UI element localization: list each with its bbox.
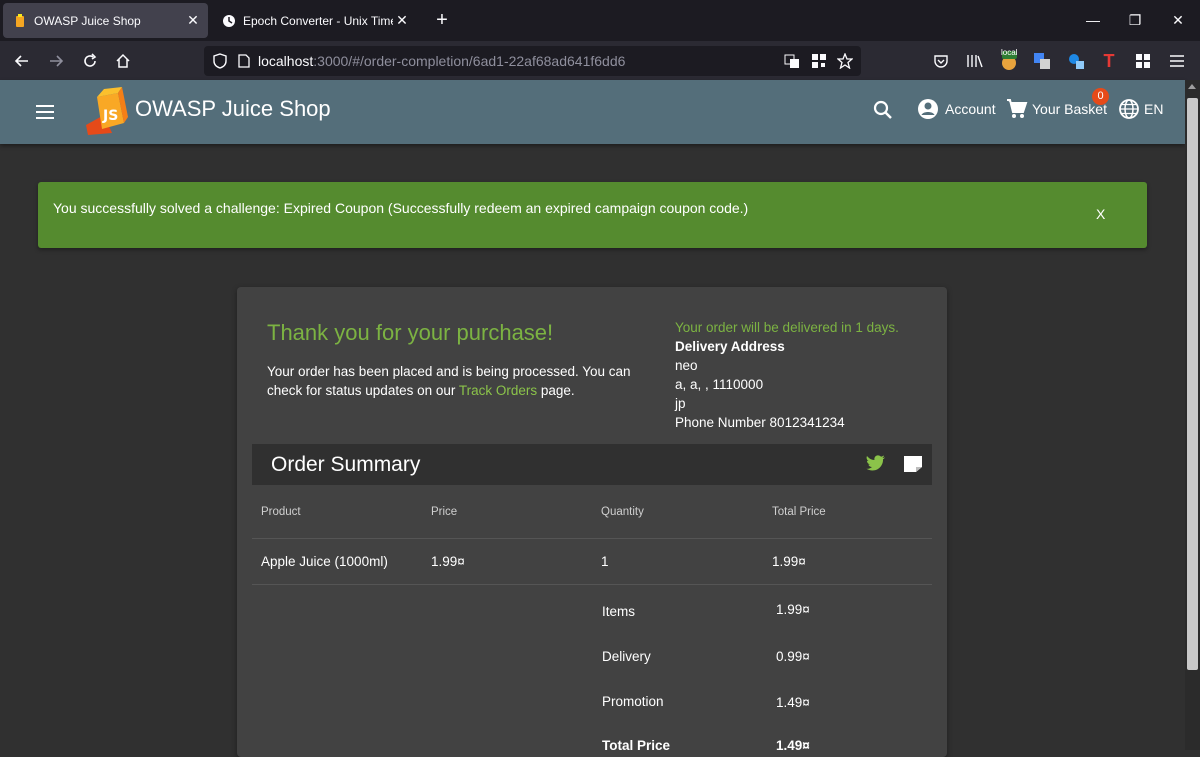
forward-arrow-icon[interactable]: [43, 48, 69, 74]
delivery-info: Your order will be delivered in 1 days. …: [675, 318, 899, 432]
row-divider: [252, 538, 932, 539]
phone-number: Phone Number 8012341234: [675, 415, 845, 430]
account-circle-icon: [918, 99, 938, 119]
page-icon[interactable]: [238, 54, 250, 68]
app-toolbar: JS OWASP Juice Shop Account Your Basket …: [0, 80, 1185, 144]
hamburger-menu-icon[interactable]: [1165, 49, 1189, 73]
url-host: localhost: [258, 53, 314, 69]
address-line: a, a, , 1110000: [675, 377, 764, 392]
scrollbar-thumb[interactable]: [1187, 98, 1198, 670]
new-tab-plus-icon[interactable]: +: [430, 8, 454, 32]
search-icon[interactable]: [872, 99, 894, 126]
row-divider: [252, 584, 932, 585]
browser-tab-bar: OWASP Juice Shop ✕ Epoch Converter - Uni…: [0, 0, 1200, 41]
delivery-label: Delivery: [602, 649, 651, 664]
challenge-message: You successfully solved a challenge: Exp…: [53, 200, 749, 216]
scroll-up-arrow-icon[interactable]: [1188, 84, 1196, 89]
basket-count-badge: 0: [1092, 88, 1109, 105]
order-summary-title: Order Summary: [271, 453, 421, 476]
total-price-value: 1.49¤: [776, 738, 810, 753]
tab-epoch-converter[interactable]: Epoch Converter - Unix Timesta ✕: [212, 3, 417, 38]
order-completion-card: Thank you for your purchase! Your order …: [237, 287, 947, 757]
page-scrollbar[interactable]: [1185, 80, 1200, 750]
home-icon[interactable]: [110, 48, 136, 74]
account-label: Account: [945, 101, 996, 117]
app-title[interactable]: OWASP Juice Shop: [135, 96, 331, 122]
extensions-grid-icon[interactable]: [1131, 49, 1155, 73]
twitter-share-icon[interactable]: [866, 455, 886, 477]
translator-icon[interactable]: [1030, 49, 1054, 73]
extension-badge: local: [1001, 48, 1018, 57]
close-tab-icon[interactable]: ✕: [393, 12, 411, 29]
column-header-total-price: Total Price: [772, 506, 826, 518]
language-button[interactable]: EN: [1118, 98, 1163, 120]
track-orders-link[interactable]: Track Orders: [459, 383, 537, 398]
column-header-price: Price: [431, 506, 458, 518]
thank-you-heading: Thank you for your purchase!: [267, 320, 554, 345]
address-line: jp: [675, 396, 686, 411]
tab-owasp-juice-shop[interactable]: OWASP Juice Shop ✕: [3, 3, 208, 38]
delivery-value: 0.99¤: [776, 649, 810, 664]
pocket-icon[interactable]: [929, 49, 953, 73]
qr-code-icon[interactable]: [811, 53, 827, 69]
promotion-label: Promotion: [602, 694, 664, 709]
shopping-cart-icon: [1007, 99, 1028, 118]
svg-text:JS: JS: [102, 108, 118, 124]
items-label: Items: [602, 604, 636, 619]
url-bar[interactable]: localhost:3000/#/order-completion/6ad1-2…: [204, 46, 861, 76]
delivery-days: Your order will be delivered in 1 days.: [675, 320, 899, 335]
shield-icon[interactable]: [213, 53, 227, 69]
sidenav-menu-icon[interactable]: [32, 100, 58, 124]
language-label: EN: [1144, 101, 1164, 117]
total-price-label: Total Price: [602, 738, 671, 753]
tab-title: Epoch Converter - Unix Timesta: [243, 13, 393, 28]
t-extension-icon[interactable]: T: [1097, 49, 1121, 73]
order-summary-header: Order Summary: [252, 444, 932, 485]
print-receipt-icon[interactable]: [903, 455, 923, 478]
address-line: neo: [675, 358, 698, 373]
order-placed-text: Your order has been placed and is being …: [267, 362, 637, 400]
juice-shop-favicon-icon: [12, 13, 28, 29]
bookmark-star-icon[interactable]: [837, 53, 853, 69]
product-price: 1.99¤: [431, 554, 465, 569]
order-placed-message: Your order has been placed and is being …: [267, 364, 631, 398]
challenge-solved-banner: You successfully solved a challenge: Exp…: [38, 182, 1147, 248]
url-path: :3000/#/order-completion/6ad1-22af68ad64…: [313, 53, 626, 69]
promotion-value: 1.49¤: [776, 695, 810, 710]
back-arrow-icon[interactable]: [9, 48, 35, 74]
restore-icon[interactable]: ❐: [1120, 8, 1150, 32]
globe-icon: [1119, 99, 1139, 119]
translate-icon[interactable]: [784, 53, 800, 69]
browser-nav-bar: localhost:3000/#/order-completion/6ad1-2…: [0, 41, 1200, 80]
product-total: 1.99¤: [772, 554, 806, 569]
dismiss-banner-button[interactable]: X: [1096, 206, 1105, 222]
account-button[interactable]: Account: [917, 98, 996, 120]
minimize-icon[interactable]: —: [1078, 8, 1108, 32]
column-header-product: Product: [261, 506, 301, 518]
close-tab-icon[interactable]: ✕: [184, 12, 202, 29]
basket-button[interactable]: Your Basket: [1006, 98, 1107, 120]
tab-title: OWASP Juice Shop: [34, 13, 141, 28]
url-text[interactable]: localhost:3000/#/order-completion/6ad1-2…: [258, 53, 625, 69]
reload-icon[interactable]: [77, 48, 103, 74]
library-icon[interactable]: [963, 49, 987, 73]
juice-shop-logo[interactable]: JS: [82, 85, 132, 137]
product-quantity: 1: [601, 554, 609, 569]
order-placed-suffix: page.: [537, 383, 575, 398]
dictionary-icon[interactable]: [1064, 49, 1088, 73]
items-value: 1.99¤: [776, 602, 810, 617]
product-name: Apple Juice (1000ml): [261, 554, 388, 569]
delivery-address-heading: Delivery Address: [675, 339, 785, 354]
clock-favicon-icon: [221, 13, 237, 29]
column-header-quantity: Quantity: [601, 506, 644, 518]
window-close-icon[interactable]: ✕: [1163, 8, 1193, 32]
cookie-extension-icon[interactable]: local: [997, 48, 1021, 73]
